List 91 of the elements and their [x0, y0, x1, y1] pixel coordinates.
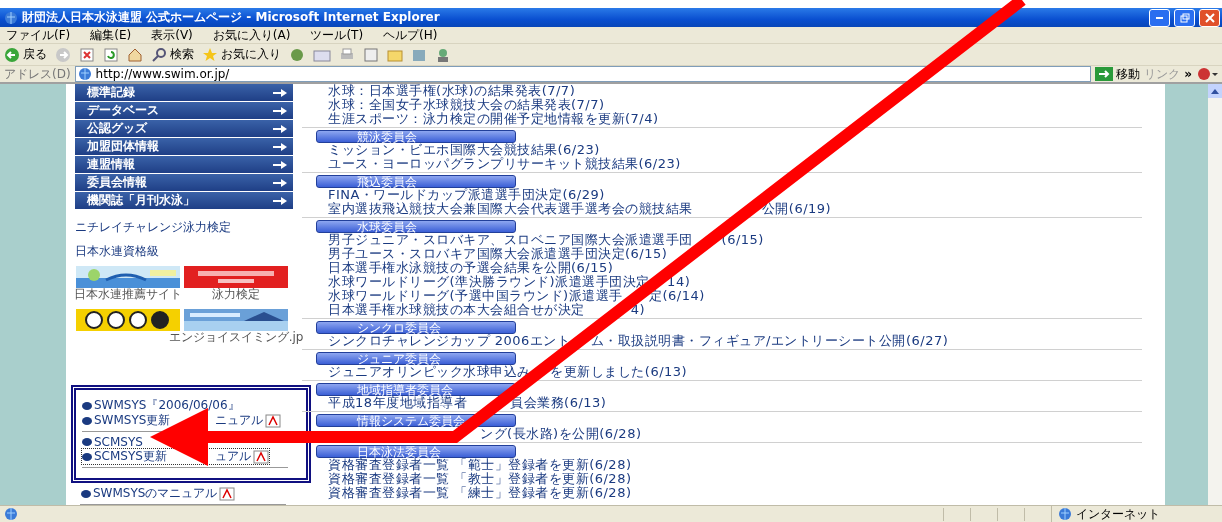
bullet-icon — [82, 401, 92, 410]
news-link[interactable]: 日本選手権水泳競技の予選会結果を公開(6/15) — [328, 261, 614, 275]
go-button[interactable]: 移動 — [1095, 65, 1141, 83]
restore-icon — [1179, 12, 1190, 23]
nav-button[interactable]: 公認グッズ — [75, 120, 293, 137]
nav-button[interactable]: 連盟情報 — [75, 156, 293, 173]
app-icon — [4, 10, 18, 25]
section-header: 競泳委員会 — [316, 130, 516, 143]
system-link[interactable]: SCMSYS更新 ュアル — [82, 449, 269, 464]
arrow-icon — [273, 160, 287, 169]
section-header: ジュニア委員会 — [316, 352, 516, 365]
news-link[interactable]: ング(長水路)を公開(6/28) — [480, 427, 642, 441]
news-link[interactable]: FINA・ワールドカップ派遣選手団決定(6/29) — [328, 188, 605, 202]
system-link[interactable]: SWMSYS『2006/06/06』 — [82, 398, 240, 413]
more-button[interactable]: » — [1184, 67, 1192, 81]
media-icon[interactable] — [289, 46, 305, 63]
menu-item[interactable]: 表示(V) — [151, 26, 193, 44]
pdf-icon — [265, 413, 281, 428]
news-link[interactable]: 室内選抜飛込競技大会兼国際大会代表選手選考会の競技結果 公開(6/19) — [328, 202, 832, 216]
home-icon[interactable] — [127, 46, 143, 63]
back-icon — [4, 46, 20, 63]
address-label: アドレス(D) — [4, 65, 71, 83]
page-icon — [77, 67, 92, 81]
menu-item[interactable]: ヘルプ(H) — [383, 26, 438, 44]
news-link[interactable]: ユース・ヨーロッパグランプリサーキット競技結果(6/23) — [328, 157, 681, 171]
scroll-up-button[interactable] — [1208, 84, 1222, 98]
stop-icon[interactable] — [79, 46, 95, 63]
favorites-button[interactable]: お気に入り — [202, 46, 281, 63]
star-icon — [202, 46, 218, 63]
bullet-icon — [82, 452, 92, 461]
back-button[interactable]: 戻る — [4, 46, 47, 63]
arrow-icon — [273, 142, 287, 151]
side-link[interactable]: ニチレイチャレンジ泳力検定 — [75, 220, 231, 234]
nav-button[interactable]: 機関誌「月刊水泳」 — [75, 192, 293, 209]
pdf-icon — [253, 449, 269, 464]
restore-button[interactable] — [1174, 8, 1195, 27]
bullet-icon — [81, 489, 91, 498]
refresh-icon[interactable] — [103, 46, 119, 63]
menu-item[interactable]: ファイル(F) — [6, 26, 71, 44]
menu-item[interactable]: ツール(T) — [310, 26, 364, 44]
nav-button[interactable]: 加盟団体情報 — [75, 138, 293, 155]
news-link[interactable]: ミッション・ビエホ国際大会競技結果(6/23) — [328, 143, 600, 157]
search-button[interactable]: 検索 — [151, 46, 194, 63]
section-header: 水球委員会 — [316, 220, 516, 233]
toolbar-icon[interactable] — [1196, 67, 1218, 81]
banner-caption[interactable]: 日本水連推薦サイト — [74, 288, 182, 301]
news-link[interactable]: 資格審査登録者一覧 「練士」登録者を更新(6/28) — [328, 486, 632, 500]
minimize-icon — [1156, 16, 1163, 19]
news-link[interactable]: 日本選手権水球競技の本大会組合せが決定 4) — [328, 303, 646, 317]
banner-caption[interactable]: 泳力検定 — [212, 288, 260, 301]
nav-button[interactable]: データベース — [75, 102, 293, 119]
arrow-icon — [273, 124, 287, 133]
bullet-icon — [82, 416, 92, 425]
bullet-icon — [82, 437, 92, 446]
section-header: 地域指導者委員会 — [316, 383, 516, 396]
globe-icon — [1058, 507, 1072, 521]
arrow-icon — [273, 178, 287, 187]
zone-indicator: インターネット — [1051, 505, 1218, 522]
news-link[interactable]: 水球：日本選手権(水球)の結果発表(7/7) — [328, 84, 576, 98]
close-icon — [1204, 12, 1215, 23]
close-button[interactable] — [1199, 8, 1220, 27]
news-link[interactable]: 水球：全国女子水球競技大会の結果発表(7/7) — [328, 98, 605, 112]
window-title: 財団法人日本水泳連盟 公式ホームページ - Microsoft Internet Explorer — [22, 9, 441, 26]
search-icon — [151, 46, 167, 63]
up-arrow-icon — [1211, 88, 1219, 94]
pdf-icon — [219, 486, 236, 501]
arrow-icon — [273, 106, 287, 115]
menu-item[interactable]: 編集(E) — [90, 26, 132, 44]
section-header: シンクロ委員会 — [316, 321, 516, 334]
news-link[interactable]: 生涯スポーツ：泳力検定の開催予定地情報を更新(7/4) — [328, 112, 659, 126]
menu-item[interactable]: お気に入り(A) — [212, 26, 291, 44]
system-link[interactable]: SCMSYS — [82, 434, 143, 449]
banner-caption[interactable]: エンジョイスイミング.jp — [168, 331, 304, 344]
system-link[interactable]: SWMSYSのマニュアル — [81, 486, 236, 501]
news-link[interactable]: シンクロチャレンジカップ 2006エント ム・取扱説明書・フィギュア/エントリーシート公開(6/27) — [328, 334, 949, 348]
news-link[interactable]: 資格審査登録者一覧 「教士」登録者を更新(6/28) — [328, 472, 632, 486]
arrow-icon — [273, 196, 287, 205]
news-link[interactable]: 資格審査登録者一覧 「範士」登録者を更新(6/28) — [328, 458, 632, 472]
section-header: 飛込委員会 — [316, 175, 516, 188]
minimize-button[interactable] — [1149, 8, 1170, 27]
page-icon — [4, 507, 18, 521]
section-header: 日本泳法委員会 — [316, 445, 516, 458]
messenger-icon[interactable] — [435, 46, 451, 63]
news-link[interactable]: 男子ジュニア・スロバキア、スロベニア国際大会派遣選手団 (6/15) — [328, 233, 764, 247]
arrow-icon — [273, 88, 287, 97]
news-link[interactable]: 男子ユース・スロバキア国際大会派遣選手団決定(6/15) — [328, 247, 668, 261]
side-link[interactable]: 日本水連資格級 — [75, 244, 159, 258]
system-link[interactable]: SWMSYS更新 ニュアル — [82, 413, 281, 428]
nav-button[interactable]: 標準記録 — [75, 84, 293, 101]
address-field[interactable]: http://www.swim.or.jp/ — [74, 66, 1092, 82]
nav-button[interactable]: 委員会情報 — [75, 174, 293, 191]
